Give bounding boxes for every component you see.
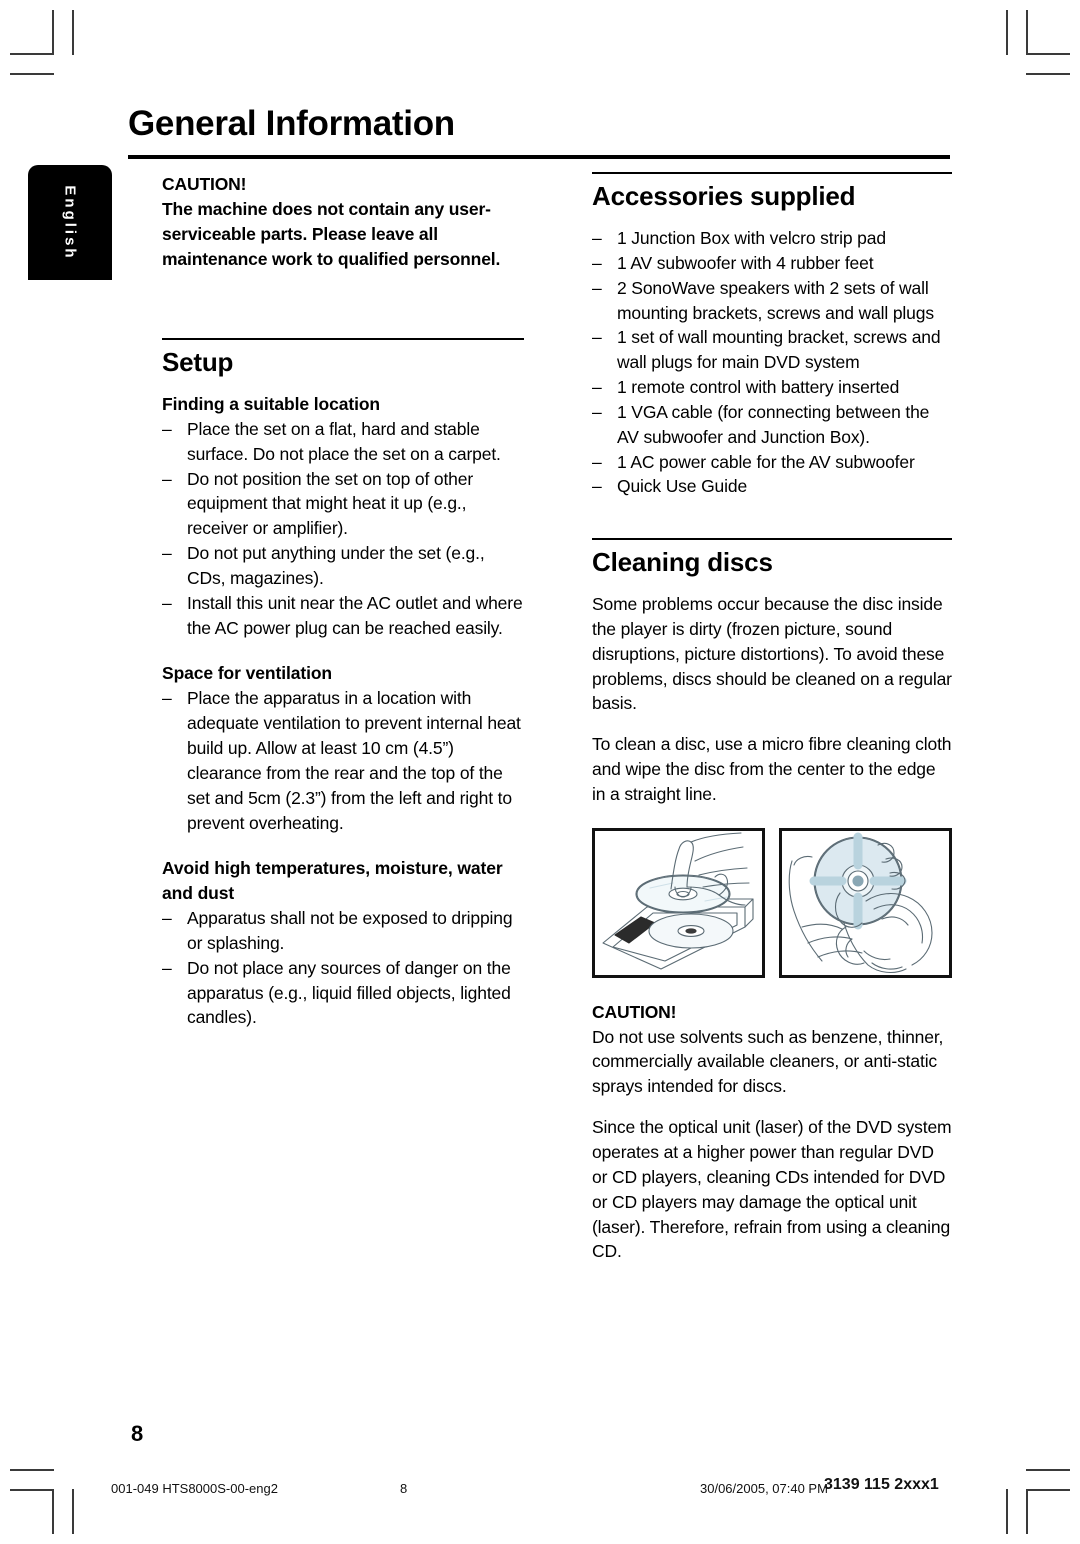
list-item: –1 AC power cable for the AV subwoofer (592, 450, 952, 475)
caution-block-top: CAUTION! The machine does not contain an… (162, 172, 524, 271)
title-divider (128, 155, 950, 159)
dash-marker: – (592, 377, 602, 398)
cleaning-illustrations (592, 827, 952, 978)
accessories-divider (592, 172, 952, 174)
dash-marker: – (162, 468, 172, 489)
cropmark-top-right-horizontal (1026, 53, 1070, 55)
caution-heading: CAUTION! (592, 1001, 677, 1022)
dash-marker: – (162, 543, 172, 564)
language-tab: English (28, 165, 112, 280)
list-item: –1 VGA cable (for connecting between the… (592, 401, 930, 447)
subsection-heading-space-for-ventilation: Space for ventilation (162, 663, 333, 684)
disc-wiping-with-cloth-illustration (779, 827, 952, 978)
footer-timestamp: 30/06/2005, 07:40 PM (700, 1481, 828, 1496)
dash-marker: – (162, 957, 172, 978)
ventilation-list: – Place the apparatus in a location with … (162, 686, 524, 835)
list-item: –1 set of wall mounting bracket, screws … (592, 327, 941, 373)
list-item: –1 remote control with battery inserted (592, 375, 952, 400)
dash-marker: – (162, 908, 172, 929)
cropmark-bottom-left-tick-h (10, 1469, 54, 1471)
list-item: – Apparatus shall not be exposed to dripp… (162, 908, 513, 953)
page-number: 8 (131, 1421, 144, 1446)
cropmark-top-right-vertical (1026, 10, 1028, 55)
dash-marker: – (162, 592, 172, 613)
dash-marker: – (592, 228, 602, 248)
dash-marker: – (592, 252, 602, 273)
language-tab-label: English (61, 184, 79, 261)
cropmark-bottom-left-tick-v (72, 1489, 74, 1534)
accessories-title: Accessories supplied (592, 181, 856, 211)
dash-marker: – (162, 418, 172, 439)
dash-marker: – (592, 277, 602, 298)
cleaning-discs-title: Cleaning discs (592, 547, 773, 577)
list-item: – Do not place any sources of danger on t… (162, 957, 511, 1028)
list-item: – Do not put anything under the set (e.g.… (162, 543, 485, 588)
dash-marker: – (592, 476, 602, 497)
avoid-temperatures-list: – Apparatus shall not be exposed to dripp… (162, 906, 524, 1030)
caution-paragraph: Do not use solvents such as benzene, thi… (592, 1026, 944, 1097)
setup-divider (162, 338, 524, 340)
accessories-section: Accessories supplied –1 Junction Box wit… (592, 172, 952, 499)
cropmark-top-left-horizontal (10, 53, 54, 55)
dash-marker: – (162, 688, 172, 709)
caution-paragraph: Since the optical unit (laser) of the DV… (592, 1117, 952, 1262)
cleaning-discs-divider (592, 538, 952, 540)
subsection-heading-avoid-high-temperatures: Avoid high temperatures, moisture, water… (162, 858, 503, 904)
dash-marker: – (592, 401, 602, 422)
setup-section: Setup Finding a suitable location – Place… (162, 338, 524, 1030)
footer-page-number: 8 (400, 1481, 408, 1496)
list-item: – Place the set on a flat, hard and stabl… (162, 418, 501, 464)
setup-title: Setup (162, 347, 234, 377)
list-item: – Do not position the set on top of other… (162, 468, 474, 539)
list-item: –1 AV subwoofer with 4 rubber feet (592, 251, 952, 276)
caution-heading: CAUTION! (162, 174, 247, 194)
subsection-heading-finding-location: Finding a suitable location (162, 394, 381, 414)
cropmark-bottom-right-tick-h (1026, 1469, 1070, 1471)
cropmark-bottom-right-horizontal (1026, 1489, 1070, 1491)
finding-location-list: – Place the set on a flat, hard and stabl… (162, 417, 524, 641)
list-item: –1 Junction Box with velcro strip pad (592, 226, 952, 251)
cropmark-bottom-left-vertical (52, 1489, 54, 1534)
cropmark-bottom-right-tick-v (1006, 1489, 1008, 1534)
footer-file-name: 001-049 HTS8000S-00-eng2 (111, 1481, 278, 1496)
dash-marker: – (592, 451, 602, 472)
cropmark-top-right-tick-v (1006, 10, 1008, 55)
cleaning-discs-section: Cleaning discs Some problems occur becau… (592, 538, 952, 1264)
dash-marker: – (592, 327, 602, 348)
cropmark-top-left-tick-v (72, 10, 74, 55)
cleaning-paragraph: To clean a disc, use a micro fibre clean… (592, 734, 952, 804)
cropmark-bottom-left-horizontal (10, 1489, 54, 1491)
list-item: – Place the apparatus in a location with … (162, 688, 521, 833)
cropmark-top-left-vertical (52, 10, 54, 55)
accessories-list: –1 Junction Box with velcro strip pad –1… (592, 226, 952, 499)
cropmark-top-right-tick-h (1026, 73, 1070, 75)
list-item: – Quick Use Guide (592, 474, 952, 499)
cleaning-paragraph: Some problems occur because the disc ins… (592, 594, 952, 714)
cleaning-caution-block: CAUTION! Do not use solvents such as ben… (592, 1000, 952, 1264)
list-item: – Install this unit near the AC outlet an… (162, 592, 523, 638)
cropmark-bottom-right-vertical (1026, 1489, 1028, 1534)
list-item: –2 SonoWave speakers with 2 sets of wall… (592, 277, 934, 323)
document-page: English General Information CAUTION! The… (0, 0, 1080, 1544)
cropmark-top-left-tick-h (10, 73, 54, 75)
disc-removal-from-case-illustration (592, 827, 765, 978)
footer-document-code: 3139 115 2xxx1 (824, 1476, 939, 1493)
page-title: General Information (128, 104, 455, 143)
caution-body: The machine does not contain any user-se… (162, 198, 501, 269)
